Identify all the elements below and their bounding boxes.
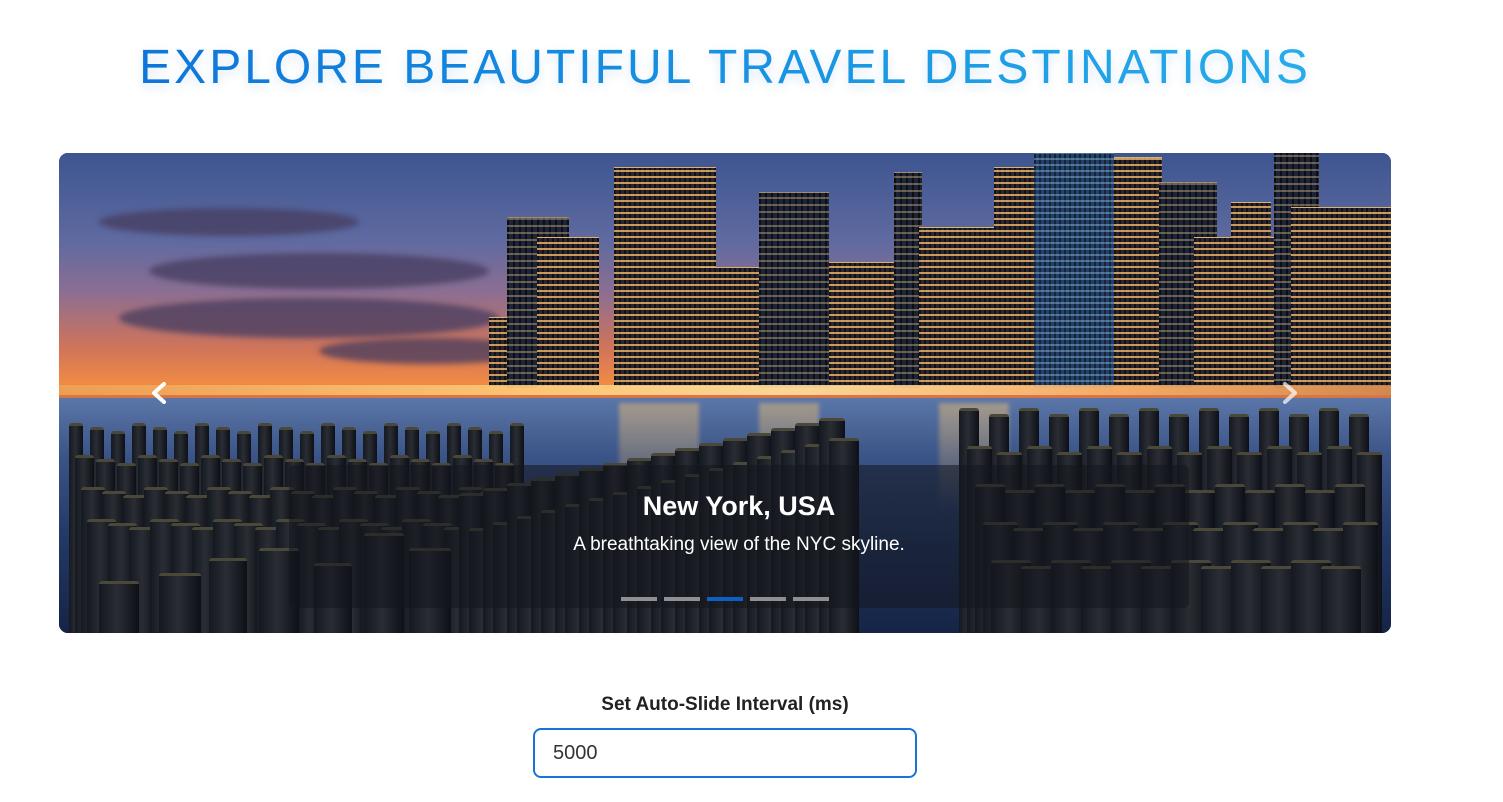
pier-piling (99, 581, 139, 633)
slide-description: A breathtaking view of the NYC skyline. (573, 534, 905, 555)
pier-piling (159, 573, 201, 633)
page-title: EXPLORE BEAUTIFUL TRAVEL DESTINATIONS (0, 40, 1450, 95)
chevron-left-icon (152, 382, 166, 404)
pier-piling (209, 558, 247, 633)
slide-title: New York, USA (642, 491, 836, 521)
interval-label: Set Auto-Slide Interval (ms) (601, 694, 849, 715)
previous-slide-button[interactable] (144, 378, 174, 408)
slide-indicators (59, 597, 1391, 601)
slide-indicator[interactable] (621, 597, 657, 601)
slide-indicator[interactable] (664, 597, 700, 601)
interval-input[interactable] (533, 728, 917, 778)
slide-caption: New York, USA A breathtaking view of the… (289, 465, 1189, 608)
chevron-right-icon (1283, 382, 1297, 404)
slide-indicator[interactable] (707, 597, 743, 601)
page: EXPLORE BEAUTIFUL TRAVEL DESTINATIONS Ne… (0, 0, 1503, 802)
destination-carousel[interactable]: New York, USA A breathtaking view of the… (59, 153, 1391, 633)
next-slide-button[interactable] (1275, 378, 1305, 408)
interval-settings: Set Auto-Slide Interval (ms) (533, 694, 917, 778)
slide-indicator[interactable] (793, 597, 829, 601)
slide-indicator[interactable] (750, 597, 786, 601)
